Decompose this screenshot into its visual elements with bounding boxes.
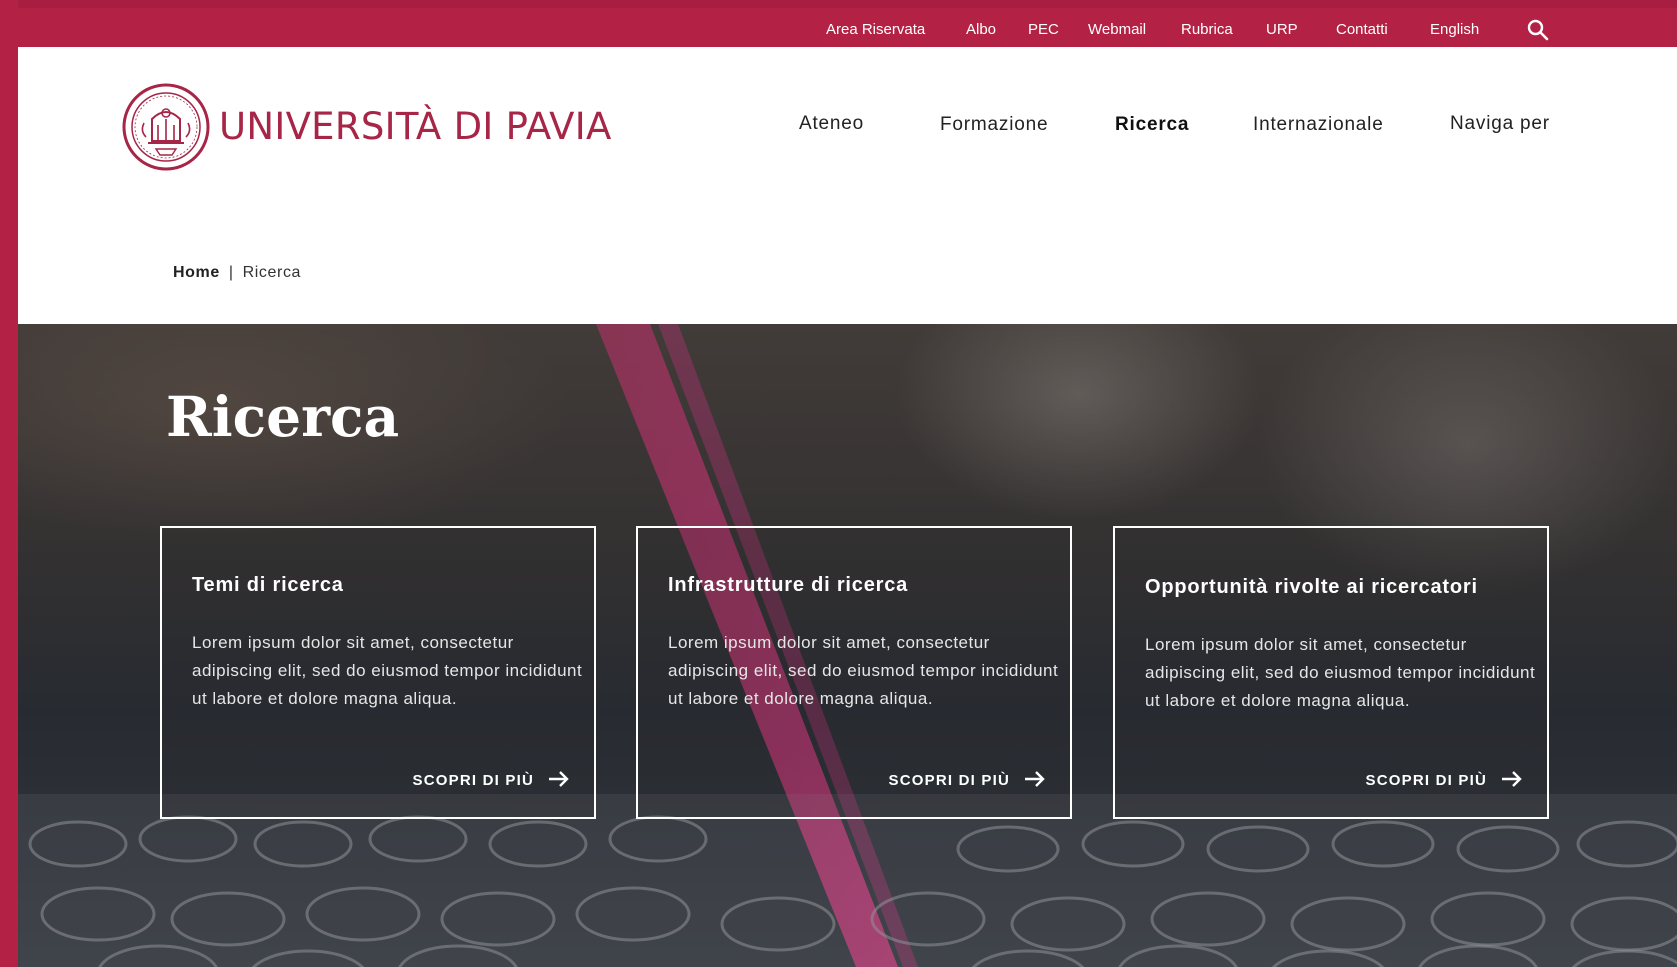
page-title: Ricerca — [166, 384, 400, 449]
card-link-label: SCOPRI DI PIÙ — [1365, 772, 1487, 789]
nav-ateneo[interactable]: Ateneo — [799, 113, 864, 135]
nav-naviga-per[interactable]: Naviga per — [1450, 113, 1550, 135]
arrow-right-icon — [548, 770, 570, 788]
nav-formazione[interactable]: Formazione — [940, 114, 1048, 136]
arrow-right-icon — [1501, 770, 1523, 788]
card-title: Temi di ricerca — [192, 574, 344, 596]
utility-link-pec[interactable]: PEC — [1028, 10, 1059, 47]
scopri-di-piu-link[interactable]: SCOPRI DI PIÙ — [1366, 769, 1523, 793]
utility-link-rubrica[interactable]: Rubrica — [1181, 10, 1233, 47]
utility-link-english[interactable]: English — [1430, 10, 1479, 47]
utility-bar: Area Riservata Albo PEC Webmail Rubrica … — [18, 10, 1677, 47]
card-temi-di-ricerca[interactable]: Temi di ricerca Lorem ipsum dolor sit am… — [160, 526, 596, 819]
brand-name[interactable]: UNIVERSITÀ DI PAVIA — [219, 105, 612, 148]
card-description: Lorem ipsum dolor sit amet, consectetur … — [1145, 635, 1536, 710]
window-frame-left — [0, 0, 18, 967]
card-title: Infrastrutture di ricerca — [668, 574, 909, 596]
card-infrastrutture-di-ricerca[interactable]: Infrastrutture di ricerca Lorem ipsum do… — [636, 526, 1072, 819]
utility-link-contatti[interactable]: Contatti — [1336, 10, 1388, 47]
scopri-di-piu-link[interactable]: SCOPRI DI PIÙ — [413, 769, 570, 793]
arrow-right-icon — [1024, 770, 1046, 788]
card-opportunita-ricercatori[interactable]: Opportunità rivolte ai ricercatori Lorem… — [1113, 526, 1549, 819]
card-link-label: SCOPRI DI PIÙ — [412, 772, 534, 789]
scopri-di-piu-link[interactable]: SCOPRI DI PIÙ — [889, 769, 1046, 793]
university-seal-icon[interactable] — [122, 83, 210, 171]
breadcrumb-current: Ricerca — [242, 264, 302, 281]
utility-link-albo[interactable]: Albo — [966, 10, 996, 47]
site-header: UNIVERSITÀ DI PAVIA Ateneo Formazione Ri… — [18, 47, 1677, 324]
hero-section: Ricerca Temi di ricerca Lorem ipsum dolo… — [18, 324, 1677, 967]
nav-ricerca[interactable]: Ricerca — [1115, 114, 1189, 136]
card-title: Opportunità rivolte ai ricercatori — [1145, 576, 1478, 598]
utility-link-webmail[interactable]: Webmail — [1088, 10, 1146, 47]
search-icon[interactable] — [1526, 18, 1550, 42]
nav-internazionale[interactable]: Internazionale — [1253, 114, 1384, 136]
card-description: Lorem ipsum dolor sit amet, consectetur … — [192, 633, 583, 708]
utility-link-urp[interactable]: URP — [1266, 10, 1298, 47]
window-frame-top — [0, 0, 1677, 8]
utility-link-area-riservata[interactable]: Area Riservata — [826, 10, 925, 47]
card-description: Lorem ipsum dolor sit amet, consectetur … — [668, 633, 1059, 708]
breadcrumb-separator: | — [228, 264, 234, 281]
breadcrumb-home[interactable]: Home — [173, 264, 220, 281]
breadcrumb: Home | Ricerca — [173, 264, 301, 282]
card-link-label: SCOPRI DI PIÙ — [888, 772, 1010, 789]
